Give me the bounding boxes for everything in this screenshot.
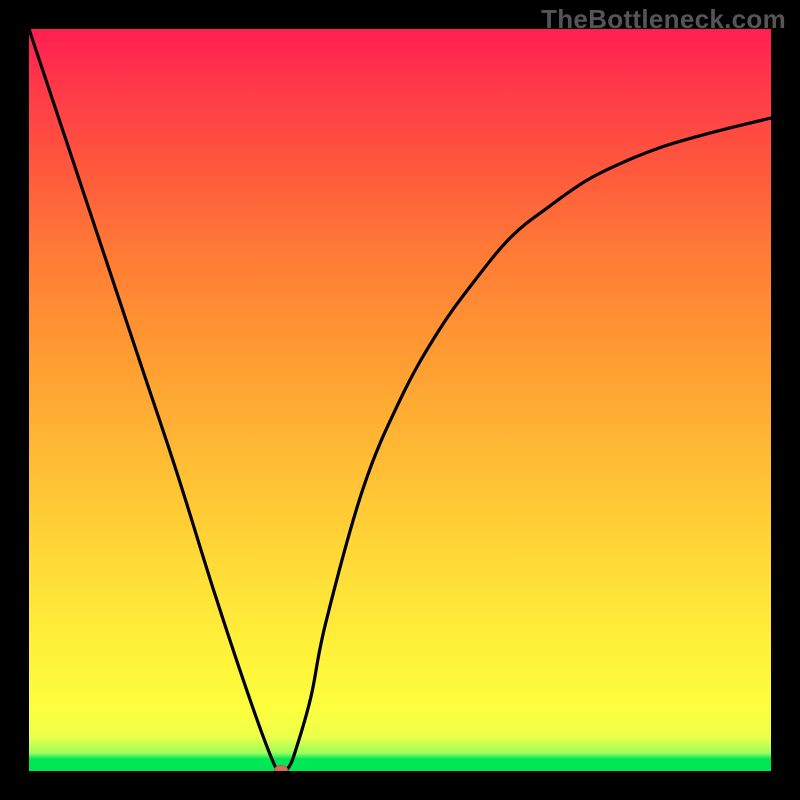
bottleneck-curve <box>29 29 771 771</box>
optimal-point-marker <box>274 765 288 771</box>
chart-frame: TheBottleneck.com <box>0 0 800 800</box>
plot-area <box>29 29 771 771</box>
watermark-text: TheBottleneck.com <box>541 4 786 35</box>
